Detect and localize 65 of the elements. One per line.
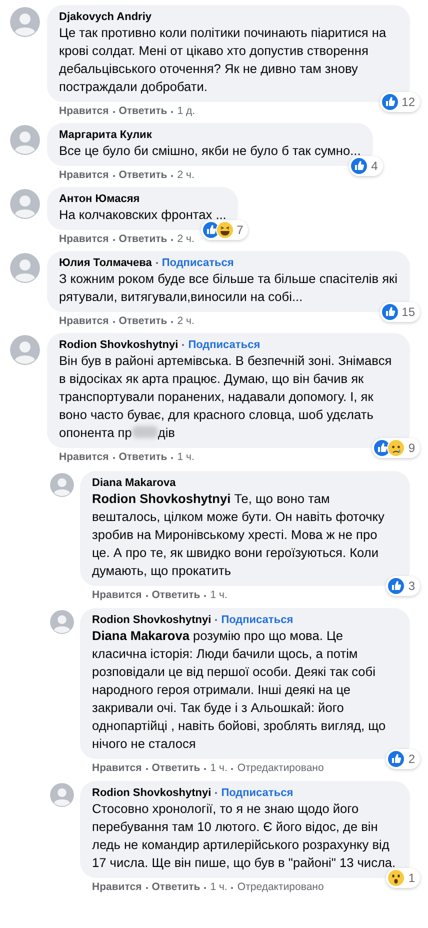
comment-time[interactable]: 1 д.	[177, 105, 196, 118]
author-name[interactable]: Djakovych Andriy	[59, 10, 152, 24]
author-name[interactable]: Антон Юмасяя	[59, 192, 140, 206]
reaction-badge[interactable]: 1	[386, 868, 420, 888]
like-link[interactable]: Нравится	[92, 881, 142, 894]
avatar-icon[interactable]	[10, 335, 40, 365]
edited-label[interactable]: Отредактировано	[237, 881, 324, 894]
like-icon	[387, 750, 406, 768]
like-link[interactable]: Нравится	[92, 589, 142, 602]
reply-link[interactable]: Ответить	[118, 105, 168, 118]
comment-time[interactable]: 1 ч.	[177, 451, 194, 464]
comment-time[interactable]: 2 ч.	[177, 315, 194, 328]
author-name[interactable]: Rodion Shovkoshytnyi	[59, 338, 178, 352]
author-name[interactable]: Rodion Shovkoshytnyi	[92, 613, 212, 627]
reply-link[interactable]: Ответить	[118, 169, 168, 182]
comment-time[interactable]: 1 ч.	[210, 881, 228, 894]
sad-emoji-icon	[387, 439, 406, 457]
avatar-icon[interactable]	[10, 125, 40, 155]
comment-time[interactable]: 1 ч.	[210, 589, 228, 602]
follow-link[interactable]: Подписаться	[221, 786, 294, 800]
avatar-icon[interactable]	[50, 610, 74, 634]
author-name[interactable]: Rodion Shovkoshytnyi	[92, 786, 212, 800]
like-link[interactable]: Нравится	[59, 451, 109, 464]
like-link[interactable]: Нравится	[59, 169, 109, 182]
follow-link[interactable]: Подписаться	[188, 338, 260, 352]
follow-link[interactable]: Подписаться	[221, 613, 294, 627]
like-link[interactable]: Нравится	[59, 233, 109, 246]
reaction-badge[interactable]: 3	[386, 576, 420, 596]
reply-link[interactable]: Ответить	[152, 762, 200, 775]
comment-time[interactable]: 1 ч.	[210, 762, 228, 775]
comment-time[interactable]: 2 ч.	[177, 233, 194, 246]
like-icon	[380, 303, 399, 321]
comment-time[interactable]: 2 ч.	[177, 169, 194, 182]
like-link[interactable]: Нравится	[92, 762, 142, 775]
like-icon	[380, 93, 399, 111]
surprised-emoji-icon	[387, 869, 406, 887]
like-link[interactable]: Нравится	[59, 105, 109, 118]
comment-text: Diana Makarova розумію про що мова. Це класична історія: Люди бачили щось, а потім розповідали це від першої особи. Деякі так собі народного героя отримали. Інші деякі на це закривали очі. Так буде і з Альошкай: його однопартійці , навіть бойові, зроблять вигляд, що нічого не сталося	[92, 627, 387, 753]
like-icon	[350, 157, 368, 175]
like-link[interactable]: Нравится	[59, 315, 109, 328]
author-name[interactable]: Маргарита Кулик	[59, 128, 152, 142]
reaction-badge[interactable]: 4	[349, 156, 383, 176]
reaction-badge[interactable]: 7	[200, 220, 248, 240]
reply-link[interactable]: Ответить	[118, 315, 168, 328]
like-icon	[387, 577, 406, 595]
blurred-text	[132, 426, 158, 438]
reaction-badge[interactable]: 15	[380, 302, 420, 322]
author-name[interactable]: Diana Makarova	[92, 476, 176, 490]
reply-link[interactable]: Ответить	[152, 589, 200, 602]
author-name[interactable]: Юлия Толмачева	[59, 256, 152, 270]
reaction-badge[interactable]: 9	[372, 438, 420, 458]
follow-link[interactable]: Подписаться	[162, 256, 234, 270]
reply-link[interactable]: Ответить	[118, 451, 168, 464]
avatar-icon[interactable]	[50, 783, 74, 807]
comment-text: Rodion Shovkoshytnyi Те, що воно там вешталось, цілком може бути. Он навіть фоточку зробив на Миронівському хресті. Мова ж не про це. А про те, як швидко вони героїзуються. Коли думають, що прокатить	[92, 490, 386, 580]
reaction-badge[interactable]: 2	[386, 749, 420, 769]
reply-link[interactable]: Ответить	[152, 881, 200, 894]
avatar-icon[interactable]	[10, 253, 40, 283]
laughing-emoji-icon	[216, 221, 234, 239]
avatar-icon[interactable]	[10, 7, 40, 37]
avatar-icon[interactable]	[50, 473, 74, 497]
reaction-badge[interactable]: 12	[380, 92, 420, 112]
avatar-icon[interactable]	[10, 189, 40, 219]
edited-label[interactable]: Отредактировано	[237, 762, 324, 775]
reply-link[interactable]: Ответить	[118, 233, 168, 246]
